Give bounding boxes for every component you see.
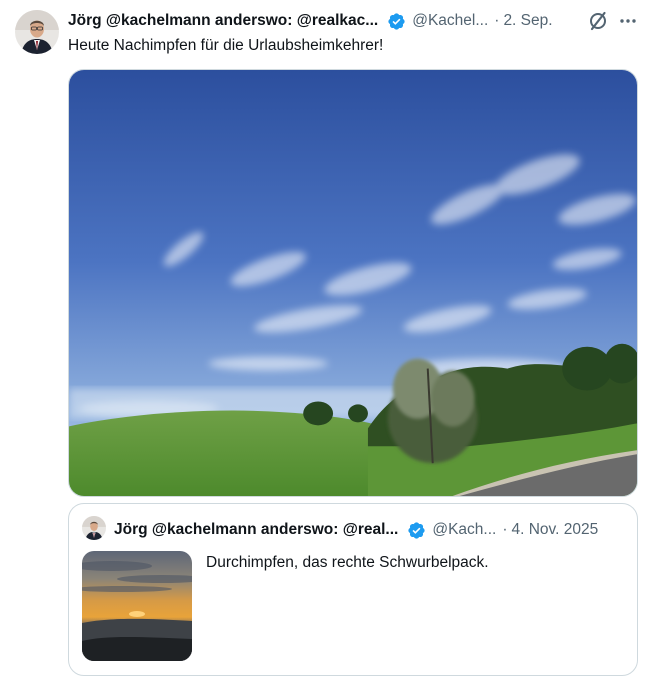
quoted-tweet-photo[interactable] bbox=[82, 551, 192, 661]
author-name[interactable]: Jörg @kachelmann anderswo: @realkac... bbox=[68, 12, 378, 30]
grok-icon[interactable] bbox=[587, 10, 609, 32]
quoted-tweet-card[interactable]: Jörg @kachelmann anderswo: @real... @Kac… bbox=[68, 503, 638, 676]
tweet-header: Jörg @kachelmann anderswo: @realkac... @… bbox=[68, 10, 642, 32]
author-handle[interactable]: @Kachel... bbox=[412, 12, 488, 30]
tweet-photo[interactable] bbox=[68, 69, 638, 497]
quoted-tweet-text: Durchimpfen, das rechte Schwurbelpack. bbox=[206, 554, 489, 571]
more-icon[interactable] bbox=[617, 10, 639, 32]
separator-dot: · bbox=[494, 12, 500, 29]
quoted-verified-badge-icon bbox=[407, 521, 426, 540]
author-avatar[interactable] bbox=[15, 10, 59, 54]
quoted-author-name: Jörg @kachelmann anderswo: @real... bbox=[114, 521, 399, 538]
quoted-author-avatar bbox=[82, 516, 106, 540]
quoted-separator-dot: · bbox=[502, 521, 508, 538]
quoted-author-handle: @Kach... bbox=[432, 521, 497, 538]
tweet-text: Heute Nachimpfen für die Urlaubsheimkehr… bbox=[68, 37, 384, 54]
quoted-tweet-header: Jörg @kachelmann anderswo: @real... @Kac… bbox=[114, 519, 629, 541]
quoted-tweet-date: 4. Nov. 2025 bbox=[511, 521, 599, 538]
tweet-date[interactable]: 2. Sep. bbox=[503, 12, 552, 30]
verified-badge-icon[interactable] bbox=[387, 12, 406, 31]
